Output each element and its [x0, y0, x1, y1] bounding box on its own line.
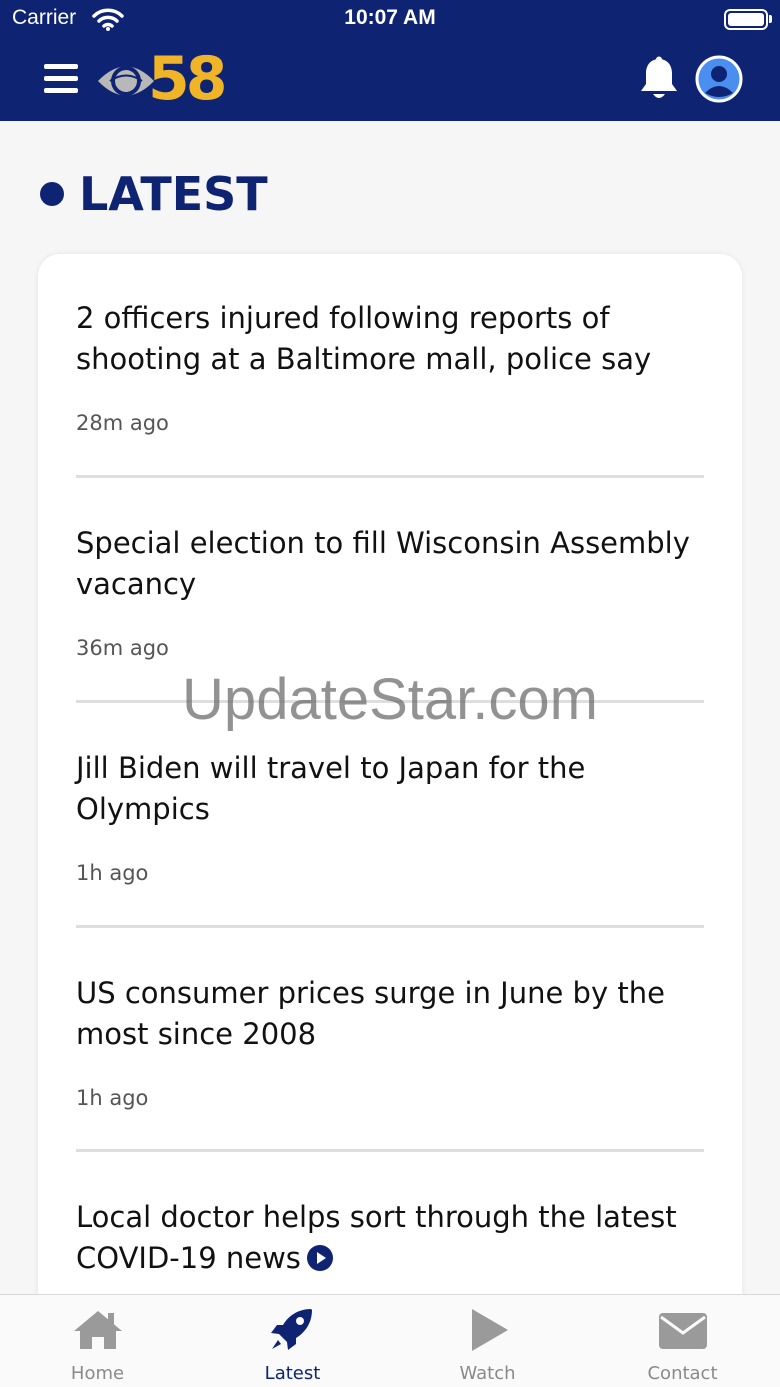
- divider: [76, 1149, 704, 1152]
- status-bar: Carrier 10:07 AM: [0, 0, 780, 40]
- article-headline: Local doctor helps sort through the late…: [76, 1200, 677, 1275]
- article-item[interactable]: Local doctor helps sort through the late…: [76, 1197, 704, 1279]
- article-time: 36m ago: [76, 636, 169, 660]
- clock: 10:07 AM: [344, 6, 436, 29]
- divider: [76, 700, 704, 703]
- home-icon: [74, 1311, 122, 1349]
- article-headline: US consumer prices surge in June by the …: [76, 976, 665, 1051]
- envelope-icon: [659, 1313, 707, 1349]
- rocket-icon: [271, 1309, 312, 1350]
- app-header: Carrier 10:07 AM 58: [0, 0, 780, 121]
- cbs-eye-icon: [98, 66, 154, 96]
- station-logo[interactable]: 58: [96, 44, 238, 114]
- heading-dot: [40, 182, 64, 206]
- logo-number: 58: [148, 44, 227, 114]
- articles-card: 2 officers injured following reports of …: [38, 254, 742, 1387]
- article-item[interactable]: Jill Biden will travel to Japan for the …: [76, 748, 704, 885]
- battery-tip: [769, 15, 772, 23]
- bottom-tab-bar: Home Latest Watch Contact: [0, 1294, 780, 1387]
- section-heading: LATEST: [40, 164, 268, 224]
- section-title: LATEST: [79, 167, 268, 221]
- hamburger-menu-icon[interactable]: [44, 64, 78, 94]
- article-item[interactable]: Special election to fill Wisconsin Assem…: [76, 523, 704, 660]
- divider: [76, 475, 704, 478]
- tab-label: Contact: [647, 1363, 718, 1384]
- tab-contact[interactable]: Contact: [585, 1295, 780, 1387]
- article-time: 28m ago: [76, 411, 169, 435]
- article-headline: 2 officers injured following reports of …: [76, 301, 652, 376]
- tab-label: Latest: [264, 1363, 321, 1384]
- article-item[interactable]: US consumer prices surge in June by the …: [76, 973, 704, 1110]
- article-time: 1h ago: [76, 861, 149, 885]
- article-headline: Jill Biden will travel to Japan for the …: [76, 751, 586, 826]
- tab-label: Watch: [459, 1363, 516, 1384]
- article-headline: Special election to fill Wisconsin Assem…: [76, 526, 690, 601]
- tab-label: Home: [70, 1363, 125, 1384]
- video-play-icon: [306, 1245, 333, 1271]
- battery-icon: [724, 9, 768, 30]
- divider: [76, 925, 704, 928]
- tab-home[interactable]: Home: [0, 1295, 195, 1387]
- play-icon: [472, 1309, 508, 1351]
- article-headline-wrap: Local doctor helps sort through the late…: [76, 1197, 704, 1279]
- article-item[interactable]: 2 officers injured following reports of …: [76, 298, 704, 435]
- account-icon[interactable]: [695, 55, 743, 103]
- tab-watch[interactable]: Watch: [390, 1295, 585, 1387]
- bell-icon[interactable]: [638, 56, 680, 102]
- tab-latest[interactable]: Latest: [195, 1295, 390, 1387]
- article-time: 1h ago: [76, 1086, 149, 1110]
